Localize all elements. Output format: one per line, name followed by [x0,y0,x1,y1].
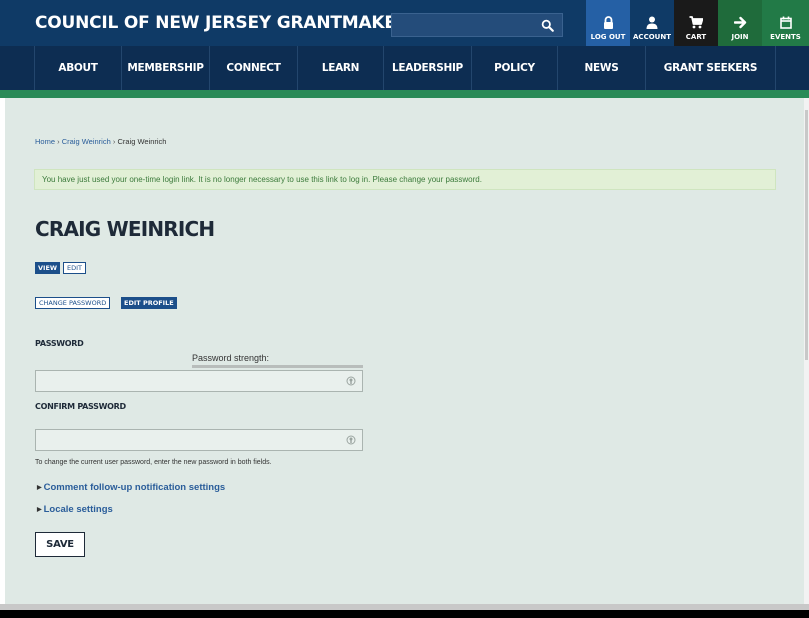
breadcrumb: Home › Craig Weinrich › Craig Weinrich [35,137,166,146]
password-label: PASSWORD [35,339,84,348]
save-button[interactable]: SAVE [35,532,85,557]
password-reveal-icon[interactable] [346,435,356,445]
account-link[interactable]: ACCOUNT [630,0,674,46]
nav-item-about[interactable]: ABOUT [34,46,122,90]
account-label: ACCOUNT [633,33,671,41]
accent-bar [0,90,809,98]
site-header: COUNCIL OF NEW JERSEY GRANTMAKERS LOG OU… [0,0,809,46]
password-reveal-icon[interactable] [346,376,356,386]
nav-item-connect[interactable]: CONNECT [210,46,298,90]
events-link[interactable]: EVENTS [762,0,809,46]
breadcrumb-home[interactable]: Home [35,137,55,146]
search-input[interactable] [391,13,563,37]
join-link[interactable]: JOIN [718,0,762,46]
scrollbar-thumb[interactable] [805,110,808,360]
site-title[interactable]: COUNCIL OF NEW JERSEY GRANTMAKERS [35,13,421,33]
breadcrumb-user[interactable]: Craig Weinrich [62,137,111,146]
details-label: Comment follow-up notification settings [43,482,226,493]
nav-item-news[interactable]: NEWS [558,46,646,90]
lock-icon [603,16,613,29]
events-label: EVENTS [770,33,801,41]
tab-change-password[interactable]: CHANGE PASSWORD [35,297,111,309]
nav-item-grant-seekers[interactable]: GRANT SEEKERS [646,46,776,90]
triangle-right-icon: ▶ [37,485,42,491]
search-icon[interactable] [541,19,554,32]
nav-item-policy[interactable]: POLICY [472,46,558,90]
footer [0,610,809,618]
details-comment-notifications[interactable]: ▶ Comment follow-up notification settings [37,482,225,493]
tab-view[interactable]: VIEW [35,262,61,274]
password-help-text: To change the current user password, ent… [35,459,272,466]
details-label: Locale settings [43,504,113,515]
confirm-password-label: CONFIRM PASSWORD [35,402,126,411]
arrow-right-icon [733,16,746,29]
password-strength-meter [192,365,363,368]
user-icon [646,16,658,29]
triangle-right-icon: ▶ [37,507,42,513]
cart-label: CART [685,33,707,41]
breadcrumb-separator: › [57,137,60,146]
nav-item-leadership[interactable]: LEADERSHIP [384,46,472,90]
nav-item-membership[interactable]: MEMBERSHIP [122,46,210,90]
tab-edit[interactable]: EDIT [63,262,86,274]
password-strength-label: Password strength: [192,353,270,363]
breadcrumb-separator: › [112,137,116,146]
page-title: CRAIG WEINRICH [35,217,215,241]
password-field[interactable] [35,370,363,392]
join-label: JOIN [731,33,749,41]
status-message: You have just used your one-time login l… [34,169,776,190]
cart-icon [689,16,703,29]
confirm-password-field[interactable] [35,429,363,451]
logout-label: LOG OUT [590,33,626,41]
tab-edit-profile[interactable]: EDIT PROFILE [121,297,177,309]
breadcrumb-current: Craig Weinrich [117,137,167,146]
calendar-icon [779,16,792,29]
logout-link[interactable]: LOG OUT [586,0,630,46]
main-nav: ABOUT MEMBERSHIP CONNECT LEARN LEADERSHI… [0,46,809,90]
cart-link[interactable]: CART [674,0,718,46]
main-content: Home › Craig Weinrich › Craig Weinrich Y… [5,98,804,604]
nav-item-learn[interactable]: LEARN [298,46,384,90]
details-locale-settings[interactable]: ▶ Locale settings [37,504,113,515]
